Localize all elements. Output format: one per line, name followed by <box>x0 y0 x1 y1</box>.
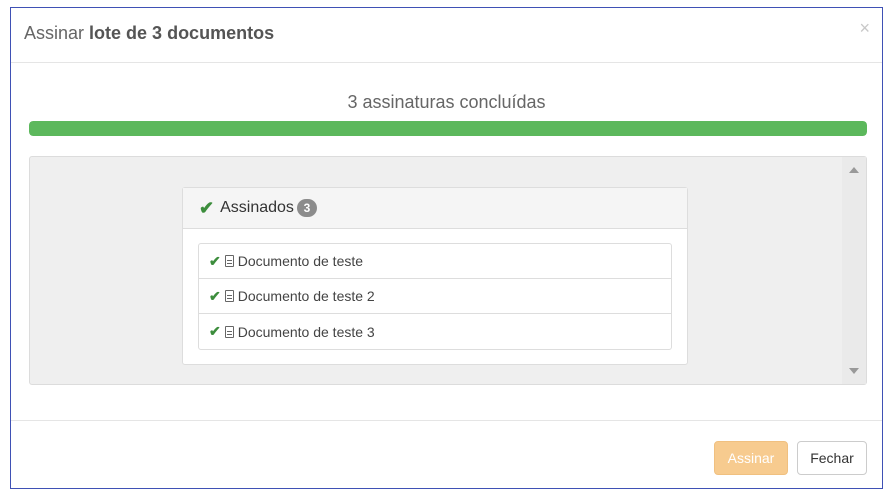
signed-panel-heading: ✔ Assinados 3 <box>183 188 687 229</box>
signed-panel-title: Assinados <box>220 199 294 216</box>
document-label: Documento de teste 3 <box>237 323 375 340</box>
progress-bar <box>29 121 867 136</box>
list-item[interactable]: ✔ Documento de teste <box>199 244 671 279</box>
progress-bar-fill <box>29 121 867 136</box>
document-icon <box>224 290 234 302</box>
modal-title-prefix: Assinar <box>24 23 85 43</box>
count-badge: 3 <box>296 199 317 217</box>
document-label: Documento de teste 2 <box>237 288 375 304</box>
sign-batch-modal: Assinar lote de 3 documentos × 3 assinat… <box>10 7 883 489</box>
check-icon: ✔ <box>209 287 221 304</box>
document-icon <box>224 325 234 338</box>
document-icon <box>224 255 234 267</box>
modal-header: Assinar lote de 3 documentos × <box>11 8 882 63</box>
list-item[interactable]: ✔ Documento de teste 2 <box>199 279 671 314</box>
list-item[interactable]: ✔ Documento de teste 3 <box>199 314 671 349</box>
modal-title: Assinar lote de 3 documentos <box>24 23 274 44</box>
document-label: Documento de teste <box>237 253 364 269</box>
modal-title-bold: lote de 3 documentos <box>89 23 275 43</box>
vertical-scrollbar[interactable] <box>842 157 866 384</box>
progress-label: 3 assinaturas concluídas <box>347 92 546 112</box>
scroll-down-arrow-icon[interactable] <box>849 368 859 374</box>
check-icon: ✔ <box>209 252 221 269</box>
modal-footer: Assinar Fechar <box>11 420 882 490</box>
document-list: ✔ Documento de teste ✔ Documento de test… <box>198 243 672 350</box>
close-icon[interactable]: × <box>859 19 870 37</box>
close-button[interactable]: Fechar <box>797 441 867 475</box>
results-scroll-area[interactable]: ✔ Assinados 3 ✔ Documento de teste ✔ Doc… <box>29 156 867 385</box>
signed-panel: ✔ Assinados 3 ✔ Documento de teste ✔ Doc… <box>182 187 688 365</box>
scroll-up-arrow-icon[interactable] <box>849 167 859 173</box>
check-icon: ✔ <box>209 323 221 339</box>
check-icon: ✔ <box>199 197 215 218</box>
sign-button[interactable]: Assinar <box>714 441 788 475</box>
